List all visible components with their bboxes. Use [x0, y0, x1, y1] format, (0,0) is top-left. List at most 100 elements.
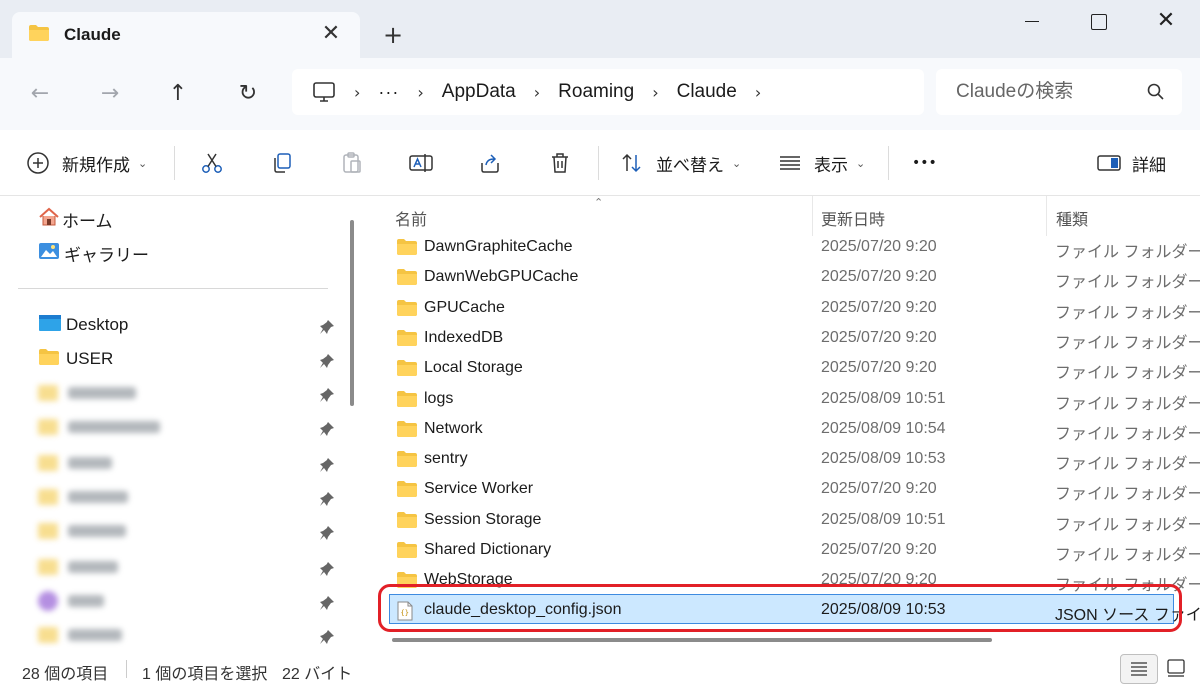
file-type: ファイル フォルダー: [1055, 425, 1200, 443]
file-name: IndexedDB: [424, 328, 504, 346]
details-pane-icon: [1096, 151, 1122, 175]
forward-button[interactable]: →: [92, 76, 128, 112]
details-pane-button[interactable]: 詳細: [1096, 144, 1166, 182]
folder-icon: [396, 238, 418, 261]
pin-icon[interactable]: [318, 420, 336, 438]
search-input[interactable]: [956, 81, 1136, 103]
close-window-button[interactable]: ✕: [1146, 6, 1186, 36]
sidebar-item-blurred[interactable]: [38, 624, 122, 646]
column-header-type[interactable]: 種類: [1056, 206, 1088, 230]
paste-button[interactable]: [340, 144, 364, 182]
pin-icon[interactable]: [318, 524, 336, 542]
sidebar-scrollbar[interactable]: [350, 220, 354, 406]
breadcrumb-separator[interactable]: ›: [534, 83, 540, 102]
sidebar-item-blurred[interactable]: [38, 486, 128, 508]
rename-button[interactable]: [408, 144, 434, 182]
pin-icon[interactable]: [318, 456, 336, 474]
breadcrumb-separator[interactable]: ›: [354, 83, 360, 102]
column-header-name[interactable]: 名前: [395, 206, 427, 230]
file-type: ファイル フォルダー: [1055, 334, 1200, 352]
search-icon[interactable]: [1146, 82, 1166, 102]
command-bar: 新規作成 ⌄ 並べ替え ⌄ 表示 ⌄ ••• 詳細: [0, 130, 1200, 196]
column-header-modified[interactable]: 更新日時: [821, 206, 885, 230]
list-view-icon: [778, 151, 802, 175]
breadcrumb-separator[interactable]: ›: [755, 83, 761, 102]
breadcrumb-separator[interactable]: ›: [652, 83, 658, 102]
share-button[interactable]: [478, 144, 502, 182]
file-name: Shared Dictionary: [424, 541, 552, 558]
sidebar-item-user[interactable]: USER: [38, 344, 113, 374]
computer-icon[interactable]: [312, 80, 336, 104]
refresh-button[interactable]: ↻: [230, 76, 266, 112]
back-button[interactable]: ←: [22, 76, 58, 112]
tab-close-icon[interactable]: ✕: [320, 23, 342, 45]
sidebar-item-blurred[interactable]: [38, 520, 126, 542]
column-divider[interactable]: [1046, 196, 1047, 236]
tab-claude[interactable]: Claude ✕: [12, 12, 360, 58]
sidebar-item-desktop[interactable]: Desktop: [38, 310, 128, 340]
cut-button[interactable]: [200, 144, 224, 182]
sidebar-item-gallery[interactable]: ギャラリー: [38, 238, 149, 268]
folder-row[interactable]: Shared Dictionary 2025/07/20 9:20 ファイル フォル…: [390, 535, 1200, 565]
delete-button[interactable]: [548, 144, 572, 182]
selection-size: 22 バイト: [282, 666, 353, 683]
sidebar-item-blurred[interactable]: [38, 556, 118, 578]
folder-icon: [396, 511, 418, 534]
tiles-view-button[interactable]: [1166, 658, 1186, 678]
details-view-button[interactable]: [1120, 654, 1158, 684]
up-button[interactable]: ↑: [160, 76, 196, 112]
folder-row[interactable]: DawnWebGPUCache 2025/07/20 9:20 ファイル フォルダー: [390, 262, 1200, 292]
pin-icon[interactable]: [318, 352, 336, 370]
folder-icon: [38, 348, 60, 371]
sidebar-item-label: USER: [66, 349, 114, 368]
folder-row[interactable]: DawnGraphiteCache 2025/07/20 9:20 ファイル フォル…: [390, 232, 1200, 262]
new-item-button[interactable]: 新規作成 ⌄: [26, 144, 147, 182]
breadcrumb-appdata[interactable]: AppData: [442, 81, 516, 103]
pin-icon[interactable]: [318, 490, 336, 508]
file-name: Network: [424, 419, 483, 437]
folder-row[interactable]: Session Storage 2025/08/09 10:51 ファイル フォルダ…: [390, 505, 1200, 535]
sidebar-item-home[interactable]: ホーム: [38, 204, 113, 234]
view-button[interactable]: 表示 ⌄: [778, 144, 865, 182]
breadcrumb-separator[interactable]: ›: [417, 83, 423, 102]
clipboard-icon: [340, 151, 364, 175]
maximize-button[interactable]: [1078, 6, 1118, 36]
folder-row[interactable]: sentry 2025/08/09 10:53 ファイル フォルダー: [390, 444, 1200, 474]
pin-icon[interactable]: [318, 594, 336, 612]
folder-row[interactable]: Local Storage 2025/07/20 9:20 ファイル フォルダー: [390, 353, 1200, 383]
folder-row[interactable]: GPUCache 2025/07/20 9:20 ファイル フォルダー: [390, 293, 1200, 323]
folder-row[interactable]: Network 2025/08/09 10:54 ファイル フォルダー: [390, 414, 1200, 444]
new-tab-button[interactable]: +: [380, 22, 406, 48]
file-name: logs: [424, 389, 454, 407]
breadcrumb-claude[interactable]: Claude: [677, 81, 737, 103]
search-box[interactable]: [936, 69, 1182, 115]
breadcrumb-overflow[interactable]: ···: [378, 82, 399, 103]
column-divider[interactable]: [812, 196, 813, 236]
new-item-label: 新規作成: [62, 155, 130, 175]
copy-button[interactable]: [270, 144, 294, 182]
pin-icon[interactable]: [318, 628, 336, 646]
sidebar-item-blurred[interactable]: [38, 452, 112, 474]
sidebar-item-blurred[interactable]: [38, 416, 160, 438]
breadcrumb-roaming[interactable]: Roaming: [558, 81, 634, 103]
chevron-down-icon: ⌄: [138, 156, 148, 170]
pin-icon[interactable]: [318, 560, 336, 578]
folder-icon: [396, 450, 418, 473]
file-type: ファイル フォルダー: [1055, 516, 1200, 534]
sort-button[interactable]: 並べ替え ⌄: [620, 144, 741, 182]
pin-icon[interactable]: [318, 318, 336, 336]
horizontal-scrollbar[interactable]: [392, 638, 992, 642]
sidebar-item-blurred[interactable]: [38, 382, 136, 404]
file-type: ファイル フォルダー: [1055, 244, 1200, 261]
details-label: 詳細: [1132, 155, 1166, 175]
more-options-button[interactable]: •••: [912, 144, 937, 182]
address-bar[interactable]: › ··· › AppData › Roaming › Claude ›: [292, 69, 924, 115]
folder-row[interactable]: Service Worker 2025/07/20 9:20 ファイル フォルダー: [390, 474, 1200, 504]
sidebar-item-blurred[interactable]: [38, 590, 104, 612]
file-name: DawnWebGPUCache: [424, 268, 579, 286]
minimize-button[interactable]: [1012, 6, 1052, 36]
pin-icon[interactable]: [318, 386, 336, 404]
sidebar-item-label: Desktop: [66, 315, 129, 334]
folder-row[interactable]: logs 2025/08/09 10:51 ファイル フォルダー: [390, 384, 1200, 414]
folder-row[interactable]: IndexedDB 2025/07/20 9:20 ファイル フォルダー: [390, 323, 1200, 353]
